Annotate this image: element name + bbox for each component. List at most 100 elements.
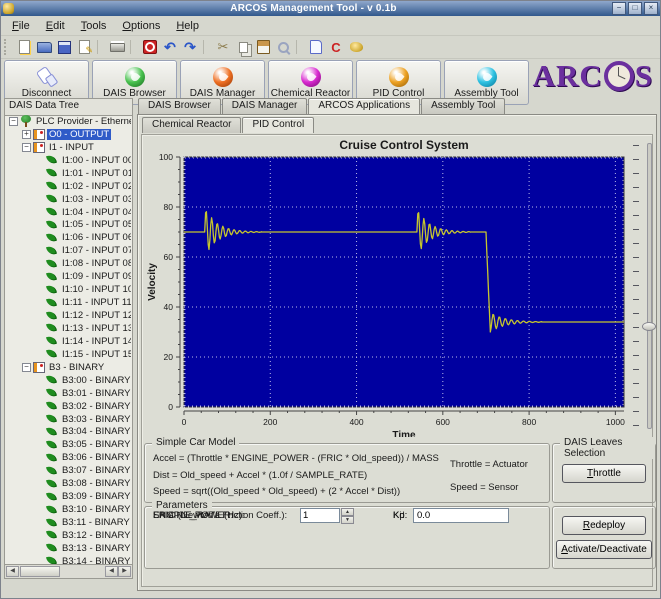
menu-tools[interactable]: Tools <box>75 19 113 33</box>
tree-node-icon <box>46 400 58 412</box>
tab-dais-manager[interactable]: DAIS Manager <box>221 98 308 114</box>
tree-item[interactable]: I1:11 - INPUT 11 <box>6 296 131 309</box>
tree-item[interactable]: I1:07 - INPUT 07 <box>6 244 131 257</box>
cut-icon[interactable]: ✂ <box>214 39 232 56</box>
tree-expand-handle[interactable]: − <box>22 362 31 372</box>
tree-node-icon <box>46 297 58 309</box>
tree-item[interactable]: B3:00 - BINARY 00 <box>6 374 131 387</box>
tree-expand-handle[interactable]: + <box>22 129 31 139</box>
tab-arcos-applications[interactable]: ARCOS Applications <box>308 98 421 114</box>
tree-item[interactable]: I1:00 - INPUT 00 <box>6 154 131 167</box>
undo-icon[interactable]: ↶ <box>161 39 179 56</box>
tree-item[interactable]: − I1 - INPUT <box>6 141 131 154</box>
redeploy-button[interactable]: Redeploy <box>562 516 646 535</box>
tree-item[interactable]: I1:06 - INPUT 06 <box>6 231 131 244</box>
scroll-left-icon-2[interactable]: ◀ <box>105 566 118 577</box>
toolbar-handle[interactable] <box>4 39 10 55</box>
minimize-button[interactable]: − <box>612 2 626 15</box>
menu-edit[interactable]: Edit <box>40 19 71 33</box>
copy-icon[interactable] <box>234 39 252 56</box>
tree-item[interactable]: I1:14 - INPUT 14 <box>6 335 131 348</box>
redo-icon[interactable]: ↷ <box>181 39 199 56</box>
tab-pid-control[interactable]: PID Control <box>242 117 315 133</box>
maximize-button[interactable]: □ <box>628 2 642 15</box>
tree-item[interactable]: B3:12 - BINARY 12 <box>6 529 131 542</box>
tree-item[interactable]: B3:06 - BINARY 06 <box>6 451 131 464</box>
svg-text:0: 0 <box>168 402 173 412</box>
throttle-button[interactable]: Throttle <box>562 463 646 483</box>
save-icon[interactable] <box>55 39 73 56</box>
spinner-down-icon[interactable]: ▼ <box>341 515 354 524</box>
search-icon[interactable] <box>274 39 292 56</box>
tab-dais-browser[interactable]: DAIS Browser <box>138 98 221 114</box>
spinner-input[interactable] <box>300 508 340 523</box>
tree-item[interactable]: B3:02 - BINARY 02 <box>6 400 131 413</box>
tree-item[interactable]: I1:10 - INPUT 10 <box>6 283 131 296</box>
tree-expand-handle[interactable]: − <box>9 116 18 126</box>
notes-icon[interactable] <box>307 39 325 56</box>
tree-item[interactable]: I1:03 - INPUT 03 <box>6 193 131 206</box>
gain-input[interactable] <box>413 508 509 523</box>
arcos-logo: ARC S <box>532 58 653 93</box>
tree-item[interactable]: I1:08 - INPUT 08 <box>6 257 131 270</box>
tree-item[interactable]: I1:12 - INPUT 12 <box>6 309 131 322</box>
svg-text:1000: 1000 <box>606 417 625 427</box>
tree-node-icon <box>46 258 58 270</box>
edit-document-icon[interactable] <box>75 39 93 56</box>
svg-text:20: 20 <box>164 352 174 362</box>
tree-item[interactable]: I1:09 - INPUT 09 <box>6 270 131 283</box>
tree-item[interactable]: I1:05 - INPUT 05 <box>6 219 131 232</box>
reload-help-icon[interactable]: C <box>327 39 345 56</box>
paste-icon[interactable] <box>254 39 272 56</box>
tree-item[interactable]: B3:14 - BINARY 14 <box>6 555 131 564</box>
tree-item[interactable]: B3:09 - BINARY 09 <box>6 490 131 503</box>
tree-item[interactable]: B3:13 - BINARY 13 <box>6 542 131 555</box>
tree-expand-handle[interactable]: − <box>22 142 31 152</box>
tree-item[interactable]: I1:15 - INPUT 15 <box>6 348 131 361</box>
simple-car-model-group: Simple Car Model Accel = (Throttle * ENG… <box>144 437 550 503</box>
scroll-left-icon[interactable]: ◀ <box>6 566 19 577</box>
print-icon[interactable] <box>108 39 126 56</box>
tree: − PLC Provider - Ethernet-co + O0 - OUTP… <box>6 115 131 564</box>
scrollbar-thumb[interactable] <box>20 566 60 577</box>
tree-item[interactable]: − PLC Provider - Ethernet-co <box>6 115 131 128</box>
activate-deactivate-button[interactable]: Activate/Deactivate <box>556 540 652 559</box>
tree-item[interactable]: I1:13 - INPUT 13 <box>6 322 131 335</box>
launcher-icon <box>388 66 409 87</box>
tree-node-icon <box>46 517 58 529</box>
open-icon[interactable] <box>35 39 53 56</box>
tree-item[interactable]: I1:02 - INPUT 02 <box>6 180 131 193</box>
velocity-setpoint-slider[interactable] <box>632 141 656 431</box>
new-document-icon[interactable] <box>15 39 33 56</box>
menu-help[interactable]: Help <box>170 19 205 33</box>
tree-item[interactable]: B3:10 - BINARY 10 <box>6 503 131 516</box>
tree-item[interactable]: B3:08 - BINARY 08 <box>6 477 131 490</box>
menu-options[interactable]: Options <box>116 19 166 33</box>
slider-thumb[interactable] <box>642 321 656 331</box>
tab-chemical-reactor[interactable]: Chemical Reactor <box>142 117 242 133</box>
tree-item[interactable]: B3:07 - BINARY 07 <box>6 464 131 477</box>
tab-assembly-tool[interactable]: Assembly Tool <box>421 98 506 114</box>
tree-item[interactable]: B3:04 - BINARY 04 <box>6 426 131 439</box>
close-button[interactable]: × <box>644 2 658 15</box>
tree-item[interactable]: − B3 - BINARY <box>6 361 131 374</box>
arcos-applications-pane: Chemical Reactor PID Control Cruise Contr… <box>137 114 657 591</box>
menu-file[interactable]: File <box>6 19 36 33</box>
tree-item[interactable]: B3:03 - BINARY 03 <box>6 413 131 426</box>
spinner-up-icon[interactable]: ▲ <box>341 507 354 516</box>
tree-node-icon <box>46 439 58 451</box>
arcos-mini-logo-icon[interactable] <box>347 39 365 56</box>
scroll-right-icon[interactable]: ▶ <box>118 566 131 577</box>
tree-item[interactable]: + O0 - OUTPUT <box>6 128 131 141</box>
tree-item[interactable]: I1:04 - INPUT 04 <box>6 206 131 219</box>
title-bar[interactable]: ARCOS Management Tool - v 0.1b − □ × <box>1 1 660 16</box>
tree-item[interactable]: B3:11 - BINARY 11 <box>6 516 131 529</box>
tree-horizontal-scrollbar[interactable]: ◀ ◀ ▶ <box>5 564 132 578</box>
svg-text:Time: Time <box>392 430 416 437</box>
tree-item[interactable]: B3:05 - BINARY 05 <box>6 438 131 451</box>
tree-item[interactable]: I1:01 - INPUT 01 <box>6 167 131 180</box>
stop-icon[interactable] <box>141 39 159 56</box>
tree-node-icon <box>46 167 58 179</box>
tree-item[interactable]: B3:01 - BINARY 01 <box>6 387 131 400</box>
mapping: Speed = Sensor <box>450 482 519 493</box>
